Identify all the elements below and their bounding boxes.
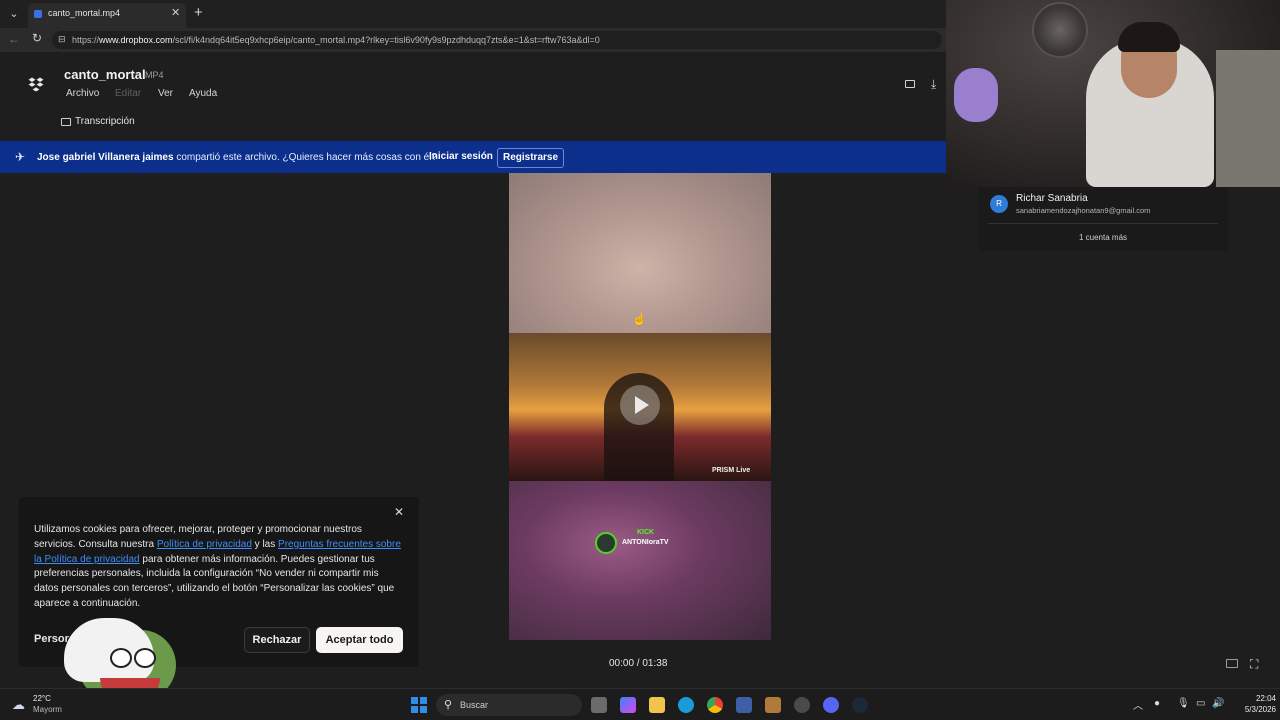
chrome-icon[interactable] bbox=[707, 697, 723, 713]
transcript-button[interactable]: Transcripción bbox=[75, 116, 135, 127]
account-switcher: R Richar Sanabria sanabriamendozajhonata… bbox=[978, 187, 1228, 251]
dropbox-logo-icon[interactable] bbox=[28, 76, 44, 92]
kick-overlay: KICK ANTONIoraTV bbox=[595, 529, 685, 555]
search-placeholder: Buscar bbox=[460, 700, 489, 710]
tab-list-chevron-icon[interactable]: ⌄ bbox=[6, 6, 22, 22]
share-message: Jose gabriel Villanera jaimes compartió … bbox=[37, 152, 438, 163]
file-explorer-icon[interactable] bbox=[649, 697, 665, 713]
browser-tab-bar: ⌄ canto_mortal.mp4 ✕ + bbox=[0, 0, 946, 28]
rocket-icon: ✈ bbox=[15, 150, 26, 164]
menu-editar: Editar bbox=[115, 88, 142, 99]
webcam-person-hair bbox=[1118, 22, 1180, 52]
new-tab-plus-icon[interactable]: + bbox=[194, 4, 203, 21]
windows-taskbar: ☁ 22°C Mayorm ⚲ Buscar ︿ ● 🎙 ▭ 🔊 22:04 5… bbox=[0, 688, 1280, 720]
tray-app-icon[interactable]: ● bbox=[1154, 698, 1160, 709]
clock-time[interactable]: 22:04 bbox=[1236, 694, 1276, 703]
video-frame-middle: PRISM Live bbox=[509, 333, 771, 481]
task-view-icon[interactable] bbox=[591, 697, 607, 713]
address-bar: ← ↻ ⊟ https://www.dropbox.com/scl/fi/k4n… bbox=[0, 28, 946, 52]
app-icon[interactable] bbox=[794, 697, 810, 713]
tab-active[interactable]: canto_mortal.mp4 ✕ bbox=[28, 3, 186, 28]
search-icon: ⚲ bbox=[444, 699, 453, 711]
video-frame-top bbox=[509, 173, 771, 333]
windows-start-icon[interactable] bbox=[411, 697, 427, 713]
menu-ayuda[interactable]: Ayuda bbox=[189, 88, 217, 99]
share-banner: ✈ Jose gabriel Villanera jaimes comparti… bbox=[0, 141, 946, 173]
site-info-icon[interactable]: ⊟ bbox=[58, 34, 68, 45]
prism-live-watermark: PRISM Live bbox=[712, 467, 751, 474]
sticker-eye bbox=[110, 648, 132, 668]
reject-cookies-button[interactable]: Rechazar bbox=[244, 627, 310, 653]
more-accounts-link[interactable]: 1 cuenta más bbox=[978, 233, 1228, 242]
account-email: sanabriamendozajhonatan9@gmail.com bbox=[1016, 206, 1151, 215]
kick-avatar bbox=[595, 532, 617, 554]
sticker-eye bbox=[134, 648, 156, 668]
clock-date[interactable]: 5/3/2026 bbox=[1226, 705, 1276, 714]
steam-icon[interactable] bbox=[852, 697, 868, 713]
cookie-message: Utilizamos cookies para ofrecer, mejorar… bbox=[34, 524, 401, 609]
weather-description[interactable]: Mayorm bbox=[33, 705, 62, 714]
file-name: canto_mortal bbox=[64, 67, 146, 82]
transcript-icon[interactable] bbox=[61, 118, 71, 126]
volume-icon[interactable]: 🔊 bbox=[1212, 698, 1224, 709]
copilot-icon[interactable] bbox=[620, 697, 636, 713]
url-text: https://www.dropbox.com/scl/fi/k4ndq64it… bbox=[72, 35, 600, 45]
video-frame-bottom: KICK ANTONIoraTV bbox=[509, 481, 771, 640]
kick-username: ANTONIoraTV bbox=[622, 539, 669, 546]
reload-icon[interactable]: ↻ bbox=[32, 31, 42, 45]
captions-icon[interactable] bbox=[1226, 659, 1238, 668]
menu-archivo[interactable]: Archivo bbox=[66, 88, 99, 99]
microphone-icon[interactable]: 🎙 bbox=[1177, 698, 1190, 709]
webcam-overlay bbox=[946, 0, 1280, 187]
playback-time: 00:00 / 01:38 bbox=[609, 658, 668, 669]
webcam-bed bbox=[1216, 50, 1280, 187]
back-arrow-icon[interactable]: ← bbox=[8, 32, 20, 46]
accept-all-cookies-button[interactable]: Aceptar todo bbox=[316, 627, 403, 653]
close-tab-icon[interactable]: ✕ bbox=[171, 6, 180, 19]
tab-title: canto_mortal.mp4 bbox=[48, 8, 121, 18]
play-icon[interactable] bbox=[620, 385, 660, 425]
login-button[interactable]: Iniciar sesión bbox=[429, 151, 493, 162]
divider bbox=[988, 223, 1218, 224]
webcam-plush-toy bbox=[954, 68, 998, 122]
discord-icon[interactable] bbox=[823, 697, 839, 713]
weather-temperature[interactable]: 22°C bbox=[33, 694, 51, 703]
file-type-badge: MP4 bbox=[145, 70, 164, 80]
weather-cloud-icon[interactable]: ☁ bbox=[12, 697, 25, 713]
download-icon[interactable]: ⤓ bbox=[931, 77, 936, 92]
webcam-fan bbox=[1032, 2, 1088, 58]
comment-icon[interactable] bbox=[905, 80, 915, 88]
video-player[interactable]: PRISM Live KICK ANTONIoraTV bbox=[509, 173, 771, 640]
game-app-icon[interactable] bbox=[765, 697, 781, 713]
dropbox-header: canto_mortal MP4 Archivo Editar Ver Ayud… bbox=[0, 52, 946, 141]
network-icon[interactable]: ▭ bbox=[1196, 698, 1205, 709]
account-avatar[interactable]: R bbox=[990, 195, 1008, 213]
dropbox-favicon-icon bbox=[34, 10, 42, 18]
taskbar-search[interactable]: ⚲ Buscar bbox=[436, 694, 582, 716]
menu-ver[interactable]: Ver bbox=[158, 88, 173, 99]
signup-button[interactable]: Registrarse bbox=[497, 148, 564, 168]
url-input[interactable]: ⊟ https://www.dropbox.com/scl/fi/k4ndq64… bbox=[52, 31, 942, 49]
privacy-policy-link[interactable]: Política de privacidad bbox=[157, 539, 252, 550]
kick-title: KICK bbox=[637, 529, 655, 536]
fullscreen-icon[interactable]: ⛶ bbox=[1250, 657, 1258, 672]
account-name[interactable]: Richar Sanabria bbox=[1016, 193, 1088, 204]
mouse-pointer-icon: ☝ bbox=[632, 312, 647, 326]
close-icon[interactable]: ✕ bbox=[394, 505, 404, 519]
store-icon[interactable] bbox=[736, 697, 752, 713]
tray-overflow-chevron-icon[interactable]: ︿ bbox=[1133, 697, 1143, 712]
edge-browser-icon[interactable] bbox=[678, 697, 694, 713]
